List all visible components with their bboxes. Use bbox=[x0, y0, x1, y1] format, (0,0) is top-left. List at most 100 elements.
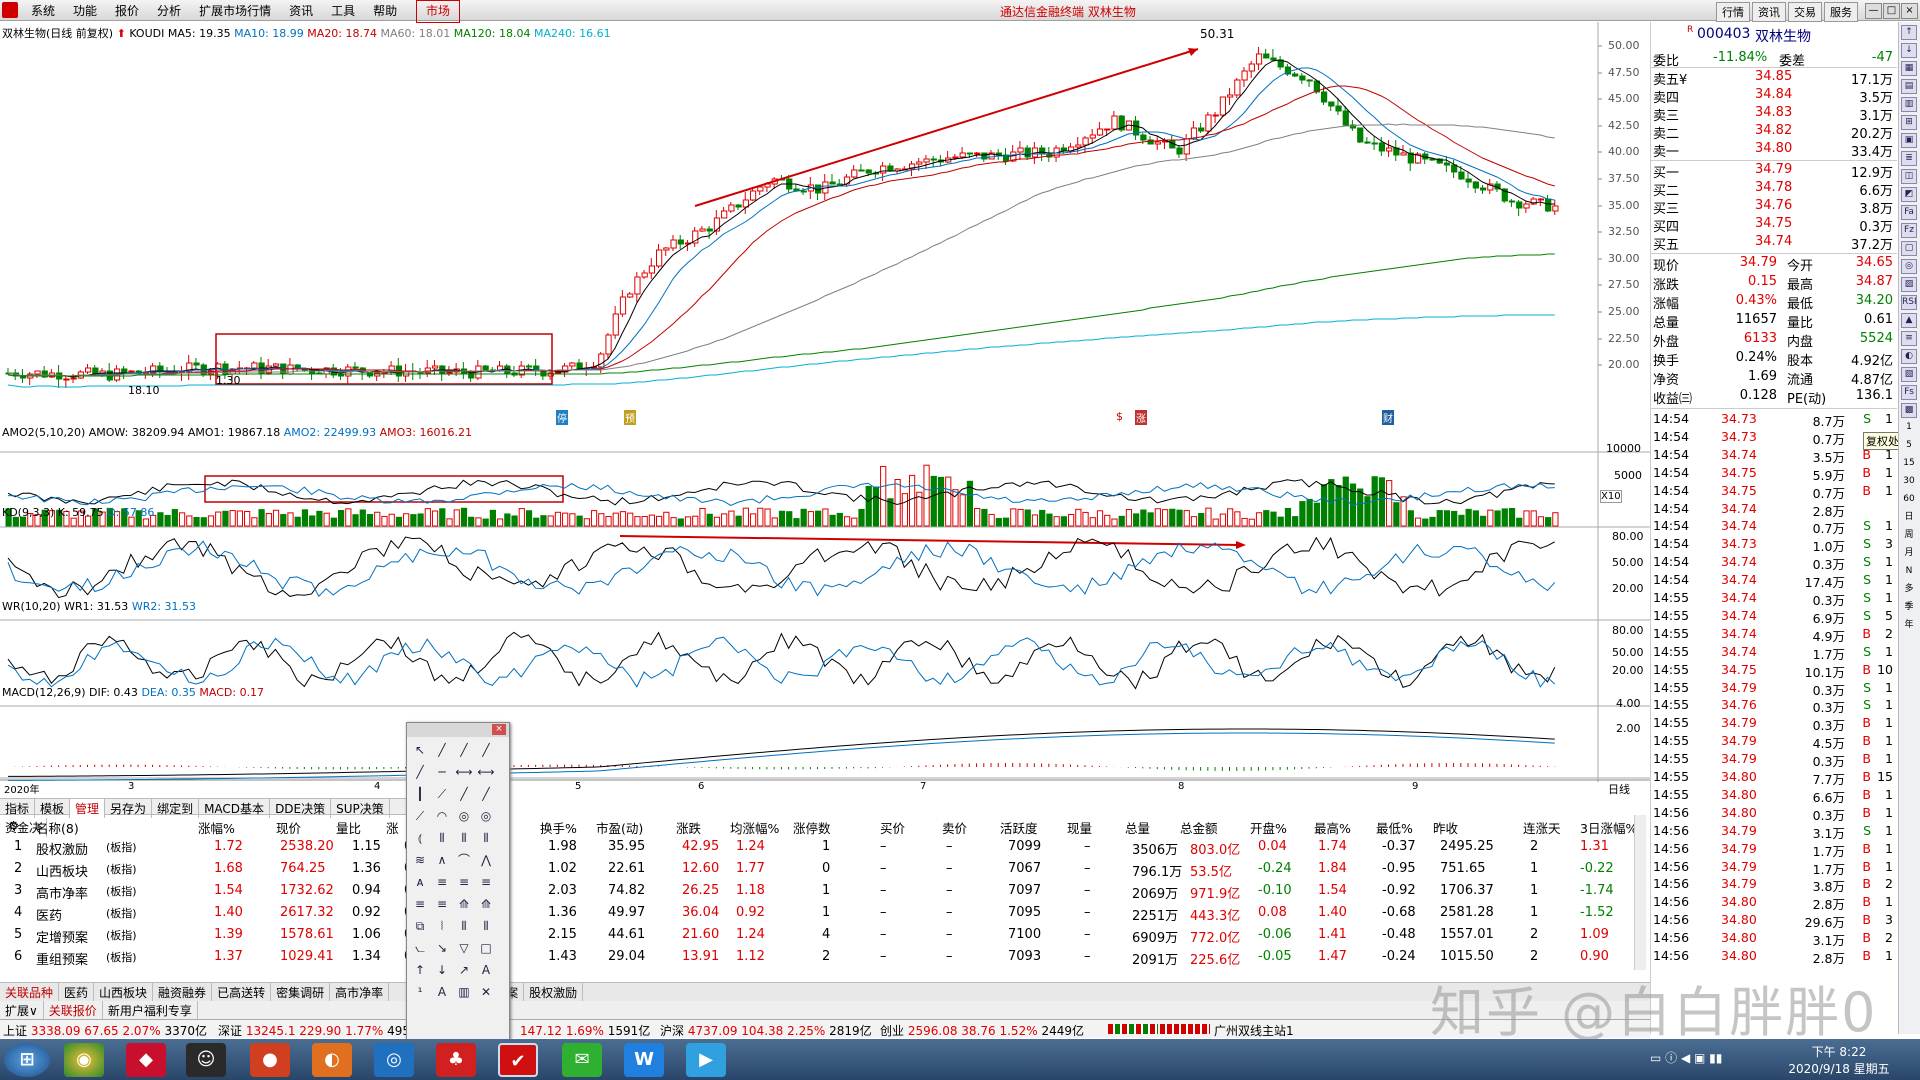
side-tool-icon[interactable]: RSI bbox=[1901, 295, 1917, 310]
status-sh[interactable]: 上证 3338.09 67.65 2.07% 3370亿 bbox=[3, 1022, 207, 1039]
draw-tool-icon[interactable]: ≡ bbox=[454, 873, 474, 893]
side-tool-icon[interactable]: 5 bbox=[1901, 439, 1917, 454]
bottom-tab2-1[interactable]: 关联报价 bbox=[44, 1001, 103, 1020]
event-tag-dollar[interactable]: $ bbox=[1116, 410, 1123, 423]
table-header-cell[interactable]: 最低% bbox=[1376, 818, 1413, 837]
side-tool-icon[interactable]: ⊞ bbox=[1901, 115, 1917, 130]
side-tool-icon[interactable]: 月 bbox=[1901, 547, 1917, 562]
draw-tool-icon[interactable]: ▥ bbox=[454, 983, 474, 1003]
table-header-cell[interactable]: 总量 bbox=[1125, 818, 1150, 837]
draw-tool-icon[interactable]: ┃ bbox=[410, 785, 430, 805]
tdx-taskbar-icon[interactable]: ✔ bbox=[498, 1043, 538, 1077]
side-tool-icon[interactable]: ▤ bbox=[1901, 79, 1917, 94]
table-row[interactable]: 4医药(板指)1.402617.320.9201.3649.9736.040.9… bbox=[0, 902, 1630, 924]
table-header-cell[interactable]: 3日涨幅% bbox=[1580, 818, 1637, 837]
app-w-icon[interactable]: W bbox=[624, 1043, 664, 1077]
draw-tool-icon[interactable]: ⟰ bbox=[476, 895, 496, 915]
table-header-cell[interactable]: 连涨天 bbox=[1523, 818, 1561, 837]
side-tool-icon[interactable]: ▥ bbox=[1901, 97, 1917, 112]
draw-tool-icon[interactable]: ⟰ bbox=[454, 895, 474, 915]
bottom-tab-8[interactable]: 股权激励 bbox=[524, 983, 584, 1002]
draw-tool-icon[interactable]: ◠ bbox=[432, 807, 452, 827]
sell-level-4[interactable]: 卖四 34.84 3.5万 bbox=[1651, 87, 1897, 106]
side-tool-icon[interactable]: Fz bbox=[1901, 223, 1917, 238]
menu-ext-market[interactable]: 扩展市场行情 bbox=[190, 1, 280, 22]
bottom-tab-4[interactable]: 已高送转 bbox=[212, 983, 272, 1002]
draw-tool-icon[interactable]: A bbox=[476, 961, 496, 981]
table-header-cell[interactable]: 涨幅% bbox=[198, 818, 235, 837]
menu-tools[interactable]: 工具 bbox=[322, 1, 364, 22]
table-header-cell[interactable]: 涨跌 bbox=[676, 818, 701, 837]
event-tag-stop[interactable]: 停 bbox=[556, 410, 568, 425]
table-row[interactable]: 2 山西板块 (板指) 1.68 764.25 1.36 0 1.02 22.61 12.60 1.… bbox=[0, 858, 1630, 880]
palette-titlebar[interactable]: × bbox=[407, 723, 509, 737]
menu-info[interactable]: 资讯 bbox=[280, 1, 322, 22]
draw-tool-icon[interactable]: ≡ bbox=[432, 873, 452, 893]
side-tool-icon[interactable]: Fa bbox=[1901, 205, 1917, 220]
table-header-cell[interactable]: 最高% bbox=[1314, 818, 1351, 837]
draw-tool-icon[interactable]: ╱ bbox=[410, 763, 430, 783]
side-tool-icon[interactable]: 年 bbox=[1901, 619, 1917, 634]
menu-help[interactable]: 帮助 bbox=[364, 1, 406, 22]
draw-tool-icon[interactable]: ◎ bbox=[476, 807, 496, 827]
side-tool-icon[interactable]: ◩ bbox=[1901, 187, 1917, 202]
draw-tool-icon[interactable]: ✕ bbox=[476, 983, 496, 1003]
draw-tool-icon[interactable]: ⦀ bbox=[432, 829, 452, 849]
draw-tool-icon[interactable]: ╱ bbox=[454, 741, 474, 761]
table-header-cell[interactable]: 现价 bbox=[276, 818, 301, 837]
side-tool-icon[interactable]: ◫ bbox=[1901, 169, 1917, 184]
buy-level-1[interactable]: 买一 34.79 12.9万 bbox=[1651, 162, 1897, 181]
side-tool-icon[interactable]: 15 bbox=[1901, 457, 1917, 472]
side-tool-icon[interactable]: 60 bbox=[1901, 493, 1917, 508]
draw-tool-icon[interactable]: ⦀ bbox=[454, 917, 474, 937]
status-cy[interactable]: 创业 2596.08 38.76 1.52% 2449亿 bbox=[880, 1022, 1084, 1039]
bottom-tab-3[interactable]: 融资融券 bbox=[153, 983, 213, 1002]
event-tag-forecast[interactable]: 预 bbox=[624, 410, 636, 425]
side-tool-icon[interactable]: 日 bbox=[1901, 511, 1917, 526]
table-header-cell[interactable]: 买价 bbox=[880, 818, 905, 837]
menu-analysis[interactable]: 分析 bbox=[148, 1, 190, 22]
bottom-tab2-0[interactable]: 扩展∨ bbox=[0, 1001, 44, 1020]
side-tool-icon[interactable]: ▢ bbox=[1901, 241, 1917, 256]
draw-tool-icon[interactable]: ▽ bbox=[454, 939, 474, 959]
bottom-tab-6[interactable]: 高市净率 bbox=[330, 983, 390, 1002]
side-tool-icon[interactable]: 周 bbox=[1901, 529, 1917, 544]
draw-tool-icon[interactable]: ↗ bbox=[454, 961, 474, 981]
event-tag-limit[interactable]: 涨 bbox=[1135, 410, 1147, 425]
draw-tool-icon[interactable]: ╱ bbox=[476, 785, 496, 805]
buy-level-2[interactable]: 买二 34.78 6.6万 bbox=[1651, 180, 1897, 199]
draw-tool-icon[interactable]: ╱ bbox=[432, 741, 452, 761]
drawing-tool-palette[interactable]: × ↖ ╱ ╱ ╱╱ ─ ⟷ ⟷┃ ⟋ ╱ ╱⟋ ◠ ◎ ◎⦅ ⦀ ⦀ ⦀≋ ∧ ⌒ ⋀ᴀ ≡ ≡ ≡≡ ≡ ⟰ ⟰⧉ ⦚ ⦀ ⦀⦦ ↘… bbox=[406, 722, 510, 1042]
table-header-cell[interactable]: 活跃度 bbox=[1000, 818, 1038, 837]
side-tool-icon[interactable]: ▩ bbox=[1901, 403, 1917, 418]
trade-button[interactable]: 交易 bbox=[1788, 2, 1822, 22]
table-row[interactable]: 5定增预案(板指)1.391578.611.0602.1544.6121.601… bbox=[0, 924, 1630, 946]
side-tool-icon[interactable]: 季 bbox=[1901, 601, 1917, 616]
table-scrollbar[interactable] bbox=[1634, 815, 1646, 970]
table-header-cell[interactable]: 昨收 bbox=[1433, 818, 1458, 837]
draw-tool-icon[interactable]: ⟷ bbox=[476, 763, 496, 783]
table-row[interactable]: 1股权激励(板指)1.722538.201.1501.9835.9542.951… bbox=[0, 836, 1630, 858]
menu-function[interactable]: 功能 bbox=[64, 1, 106, 22]
table-header-cell[interactable]: 卖价 bbox=[942, 818, 967, 837]
maximize-button[interactable]: □ bbox=[1883, 3, 1900, 19]
menu-system[interactable]: 系统 bbox=[22, 1, 64, 22]
table-row[interactable]: 3高市净率(板指)1.541732.620.9402.0374.8226.251… bbox=[0, 880, 1630, 902]
draw-tool-icon[interactable]: ⦅ bbox=[410, 829, 430, 849]
hq-button[interactable]: 行情 bbox=[1716, 2, 1750, 22]
kline-chart-svg[interactable] bbox=[0, 22, 1650, 788]
draw-tool-icon[interactable]: ⧉ bbox=[410, 917, 430, 937]
draw-tool-icon[interactable]: ↖ bbox=[410, 741, 430, 761]
draw-tool-icon[interactable]: □ bbox=[476, 939, 496, 959]
draw-tool-icon[interactable]: ⟋ bbox=[432, 785, 452, 805]
draw-tool-icon[interactable]: ≡ bbox=[410, 895, 430, 915]
side-tool-icon[interactable]: ▲ bbox=[1901, 313, 1917, 328]
clock[interactable]: 下午 8:22 2020/9/18 星期五 bbox=[1784, 1043, 1894, 1077]
buy-level-5[interactable]: 买五 34.74 37.2万 bbox=[1651, 234, 1897, 253]
draw-tool-icon[interactable]: ⦚ bbox=[432, 917, 452, 937]
side-tool-icon[interactable]: 30 bbox=[1901, 475, 1917, 490]
table-header-cell[interactable]: 市盈(动) bbox=[596, 818, 643, 837]
start-button[interactable]: ⊞ bbox=[4, 1043, 50, 1077]
draw-tool-icon[interactable]: ≋ bbox=[410, 851, 430, 871]
side-tool-icon[interactable]: 1 bbox=[1901, 421, 1917, 436]
